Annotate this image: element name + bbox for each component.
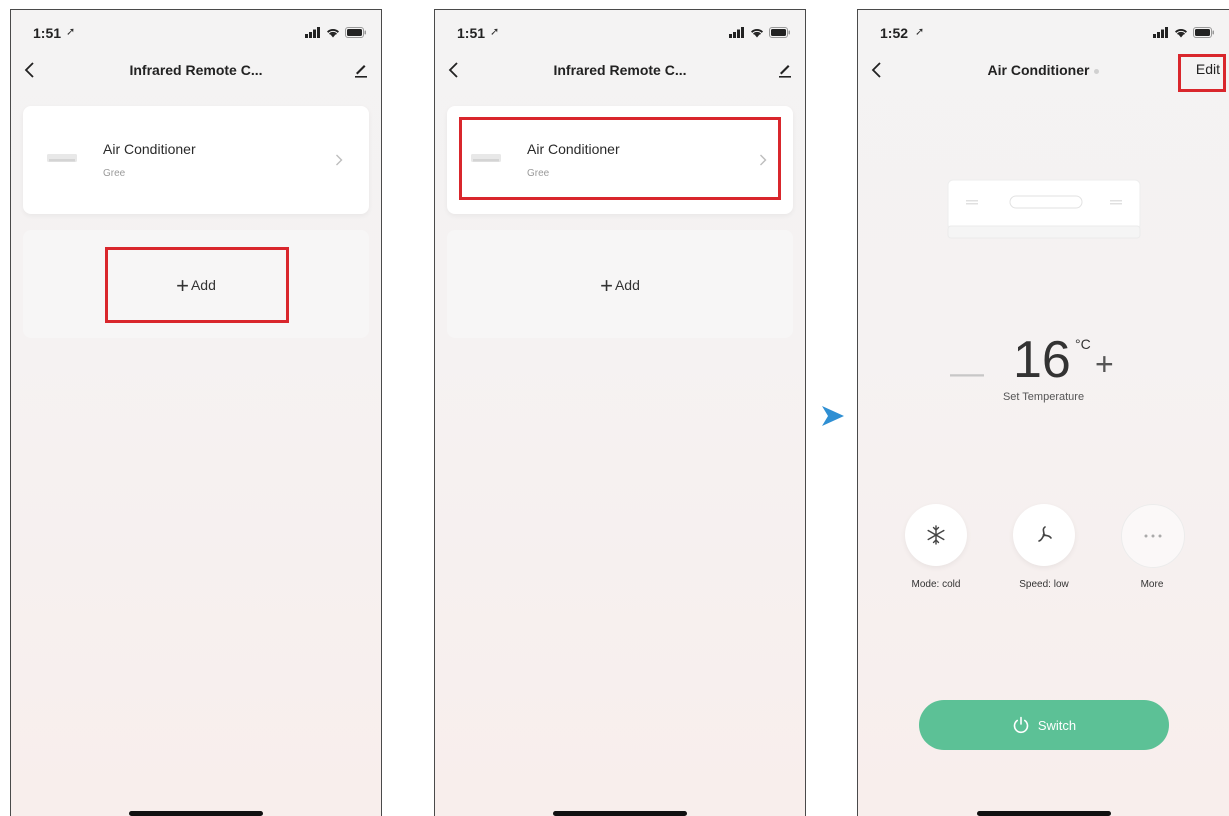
status-bar: 1:51 ➚: [11, 22, 381, 44]
switch-label: Switch: [1037, 717, 1077, 733]
status-time: 1:52: [880, 25, 909, 41]
device-brand: Gree: [527, 168, 550, 179]
device-card[interactable]: Air Conditioner Gree: [23, 106, 369, 214]
set-temperature-label: Set Temperature: [1002, 391, 1085, 403]
system-icons: [1153, 27, 1215, 38]
mode-button[interactable]: [905, 504, 967, 566]
signal-icon: [1153, 27, 1168, 38]
plus-icon: +: [600, 273, 613, 298]
wifi-icon: [327, 29, 339, 38]
signal-icon: [729, 27, 744, 38]
air-conditioner-icon: [471, 154, 501, 162]
speed-button[interactable]: [1013, 504, 1075, 566]
page-title: Air Conditioner: [858, 62, 1229, 78]
more-label: More: [1140, 579, 1164, 590]
chevron-right-icon: [760, 154, 767, 166]
temperature-decrease-button[interactable]: —: [950, 354, 984, 393]
system-icons: [729, 27, 791, 38]
nav-bar: Air Conditioner Edit: [858, 56, 1229, 88]
pencil-icon[interactable]: [353, 62, 369, 78]
system-icons: [305, 27, 367, 38]
add-device-card[interactable]: + Add: [23, 230, 369, 338]
add-device-card[interactable]: + Add: [447, 230, 793, 338]
power-icon: [1013, 716, 1029, 734]
fan-icon: [1038, 526, 1052, 542]
page-title: Infrared Remote C...: [129, 62, 263, 78]
add-label: Add: [190, 277, 216, 293]
power-switch-button[interactable]: Switch: [919, 700, 1169, 750]
temperature-unit: °C: [1075, 336, 1091, 352]
air-conditioner-unit-icon: [947, 179, 1141, 239]
wifi-icon: [751, 29, 763, 38]
status-time: 1:51: [33, 25, 62, 41]
online-status-dot: [1094, 68, 1100, 74]
speed-label: Speed: low: [1019, 579, 1069, 590]
device-brand: Gree: [103, 168, 126, 179]
temperature-increase-button[interactable]: +: [1095, 346, 1114, 383]
phone-screen-1: 1:51 ➚ Infrared Remote C... Air Conditio…: [10, 9, 382, 816]
status-bar: 1:51 ➚: [435, 22, 805, 44]
battery-icon: [1193, 27, 1214, 38]
home-indicator: [129, 811, 263, 816]
mode-label: Mode: cold: [911, 579, 961, 590]
home-indicator: [976, 811, 1111, 816]
battery-icon: [769, 27, 790, 38]
location-icon: ➚: [66, 26, 76, 38]
pencil-icon[interactable]: [777, 62, 793, 78]
status-time: 1:51: [457, 25, 486, 41]
edit-button[interactable]: Edit: [1196, 61, 1220, 77]
plus-icon: +: [176, 273, 189, 298]
air-conditioner-icon: [47, 154, 77, 162]
phone-screen-2: 1:51 ➚ Infrared Remote C... Air Conditio…: [434, 9, 806, 816]
wifi-icon: [1175, 29, 1187, 38]
page-title-text: Air Conditioner: [987, 62, 1090, 78]
device-name: Air Conditioner: [527, 141, 620, 157]
location-icon: ➚: [915, 26, 925, 38]
more-button[interactable]: [1121, 504, 1185, 568]
battery-icon: [345, 27, 366, 38]
signal-icon: [305, 27, 320, 38]
chevron-right-icon: [336, 154, 343, 166]
status-bar: 1:52 ➚: [858, 22, 1229, 44]
nav-bar: Infrared Remote C...: [435, 56, 805, 88]
snowflake-icon: [927, 525, 945, 545]
home-indicator: [553, 811, 687, 816]
device-card[interactable]: Air Conditioner Gree: [447, 106, 793, 214]
device-name: Air Conditioner: [103, 141, 196, 157]
next-arrow-icon: [822, 406, 844, 426]
add-button[interactable]: + Add: [23, 273, 369, 299]
page-title: Infrared Remote C...: [553, 62, 687, 78]
location-icon: ➚: [490, 26, 500, 38]
phone-screen-3: 1:52 ➚ Air Conditioner Edit — 16 °C + Se…: [857, 9, 1229, 816]
more-icon: [1144, 534, 1162, 538]
nav-bar: Infrared Remote C...: [11, 56, 381, 88]
add-label: Add: [614, 277, 640, 293]
add-button[interactable]: + Add: [447, 273, 793, 299]
temperature-value: 16: [1013, 331, 1071, 389]
